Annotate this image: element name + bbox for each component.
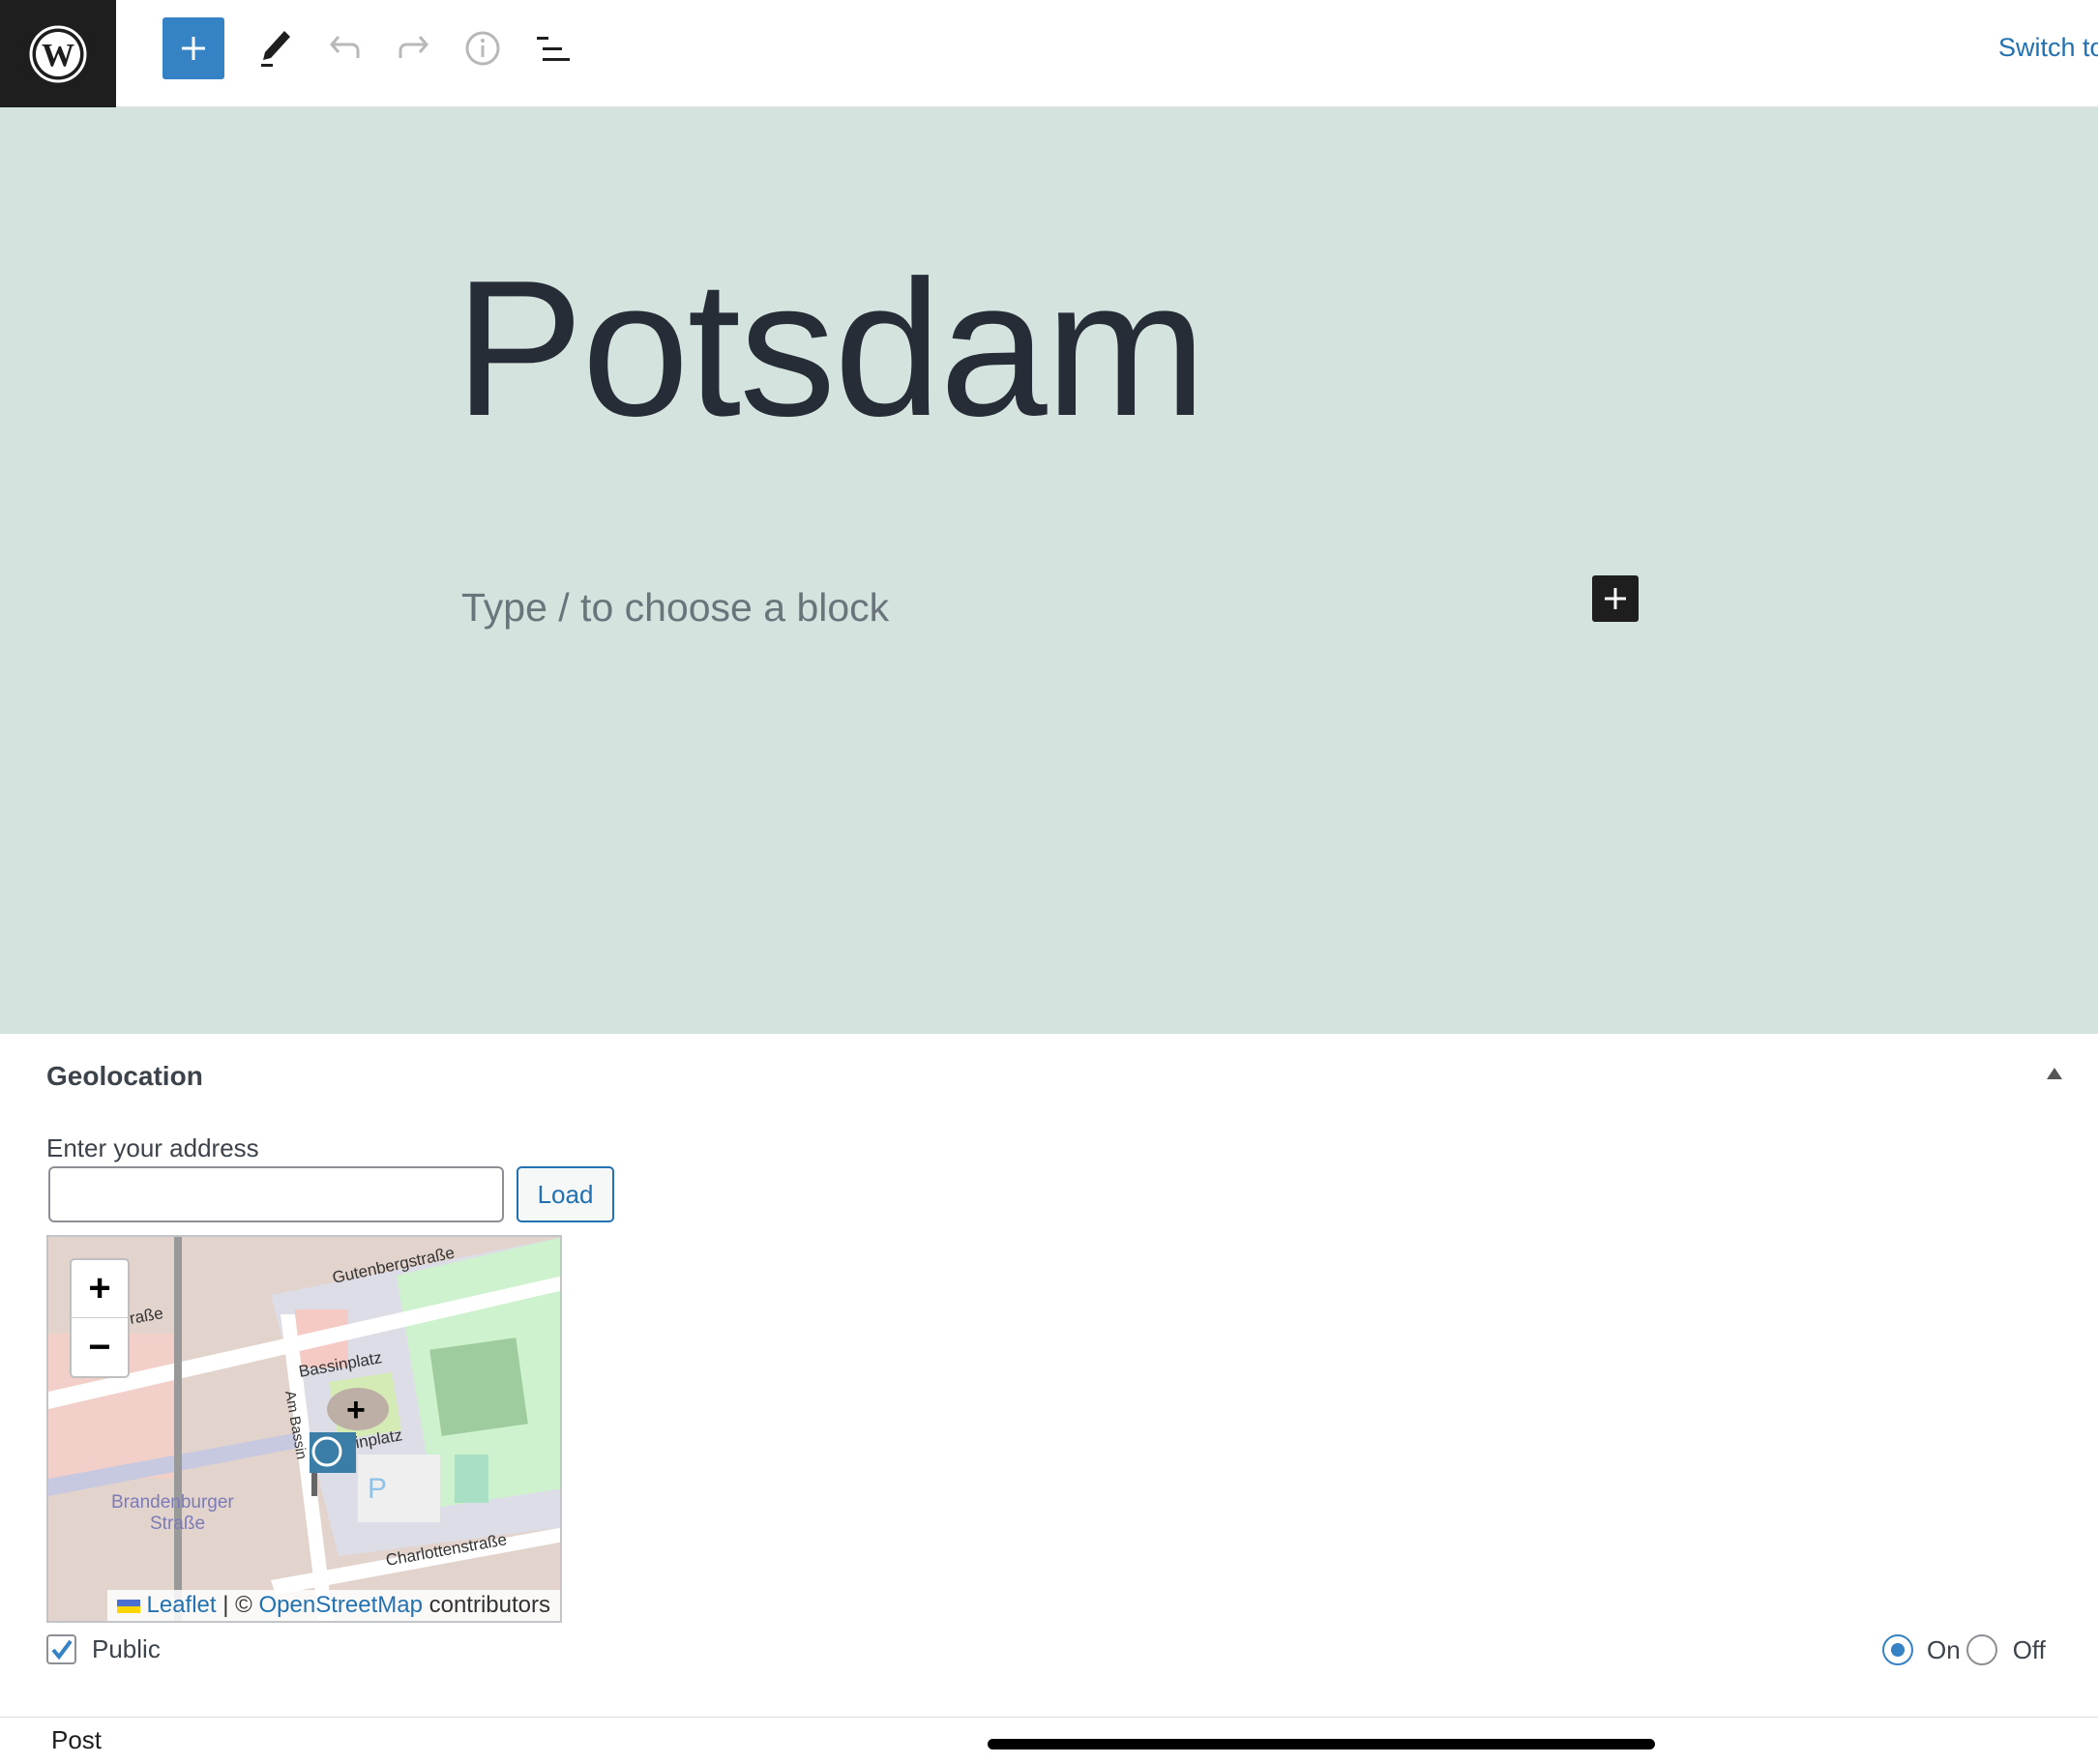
pencil-icon [261,31,290,67]
address-input[interactable] [48,1166,504,1222]
info-icon [465,31,500,66]
collapse-triangle-icon[interactable] [2047,1068,2062,1079]
public-label: Public [92,1634,161,1663]
redo-button[interactable] [393,29,435,68]
editor-canvas: Potsdam Type / to choose a block [0,107,2098,1034]
list-view-icon [537,37,570,61]
map[interactable]: Gutenbergstraße Bassinplatz Am Bassin si… [46,1235,562,1623]
undo-icon [330,36,360,58]
address-label: Enter your address [46,1133,259,1162]
tools-button[interactable] [253,25,296,72]
redo-icon [399,36,428,58]
leaflet-link[interactable]: Leaflet [147,1592,217,1618]
svg-text:Brandenburger: Brandenburger [111,1492,234,1513]
switch-button[interactable]: Switch to [1998,33,2098,63]
home-indicator[interactable] [988,1739,1655,1749]
post-title[interactable]: Potsdam [455,252,1206,446]
copyright-symbol: © [235,1592,252,1618]
zoom-in-button[interactable]: + [72,1260,128,1318]
list-view-button[interactable] [532,29,575,68]
inline-add-block-button[interactable] [1592,575,1639,622]
on-label: On [1927,1634,1961,1664]
undo-button[interactable] [323,29,366,68]
wordpress-logo-button[interactable]: W [0,0,116,107]
editor-header: W Switch to [0,0,2098,107]
on-radio[interactable] [1882,1634,1913,1665]
public-checkbox[interactable] [46,1634,76,1664]
public-checkbox-row[interactable]: Public [46,1634,161,1664]
load-button[interactable]: Load [517,1166,614,1222]
wordpress-icon: W [29,25,87,82]
zoom-control: + − [70,1258,130,1378]
on-off-radio-group: On Off [1882,1634,2046,1665]
off-label: Off [2012,1634,2046,1664]
zoom-out-button[interactable]: − [72,1318,128,1376]
breadcrumb-post[interactable]: Post [51,1725,102,1755]
add-block-button[interactable] [163,17,224,79]
openstreetmap-link[interactable]: OpenStreetMap [259,1592,423,1618]
svg-text:+: + [346,1392,366,1428]
svg-text:P: P [368,1473,387,1505]
plus-icon [1605,588,1626,609]
map-attribution: Leaflet | © OpenStreetMap contributors [106,1590,560,1621]
ukraine-flag-icon [116,1599,140,1613]
attribution-separator: | [222,1592,229,1618]
details-button[interactable] [462,28,503,69]
geolocation-heading[interactable]: Geolocation [46,1061,203,1092]
off-radio[interactable] [1965,1634,1997,1665]
svg-text:Straße: Straße [150,1514,205,1534]
attribution-suffix: contributors [428,1592,550,1618]
plus-icon [182,37,205,60]
checkmark-icon [50,1639,73,1660]
svg-text:W: W [42,38,74,74]
block-placeholder[interactable]: Type / to choose a block [461,585,889,631]
